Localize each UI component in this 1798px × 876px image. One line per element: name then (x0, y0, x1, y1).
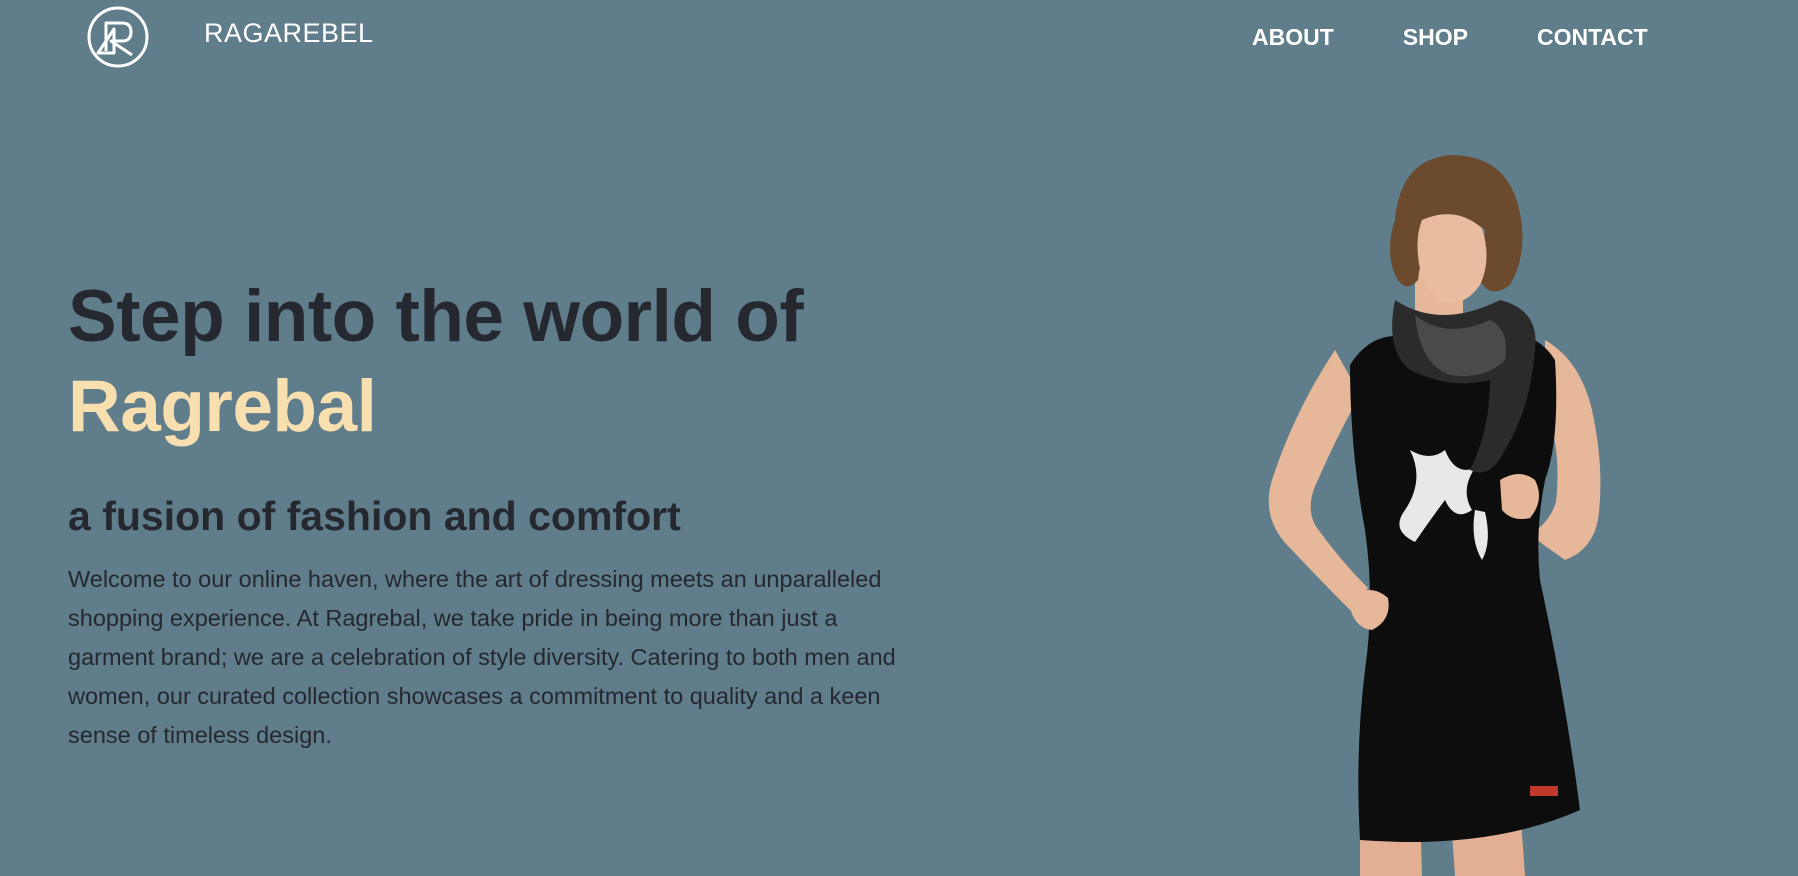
hero-section: Step into the world of Ragrebal a fusion… (68, 272, 898, 755)
nav-menu: ABOUT SHOP CONTACT (1252, 24, 1648, 51)
model-image (1268, 155, 1601, 876)
navbar: RAGAREBEL ABOUT SHOP CONTACT (0, 0, 1798, 80)
brand-name[interactable]: RAGAREBEL (204, 18, 374, 49)
hero-subheadline: a fusion of fashion and comfort (68, 493, 681, 539)
nav-shop-link[interactable]: SHOP (1403, 24, 1468, 51)
hero-description: Welcome to our online haven, where the a… (68, 566, 896, 748)
nav-contact-link[interactable]: CONTACT (1537, 24, 1648, 51)
nav-about-link[interactable]: ABOUT (1252, 24, 1334, 51)
logo-icon[interactable] (84, 3, 152, 71)
hero-headline: Step into the world of (68, 276, 804, 357)
hero-headline-accent: Ragrebal (68, 366, 377, 447)
